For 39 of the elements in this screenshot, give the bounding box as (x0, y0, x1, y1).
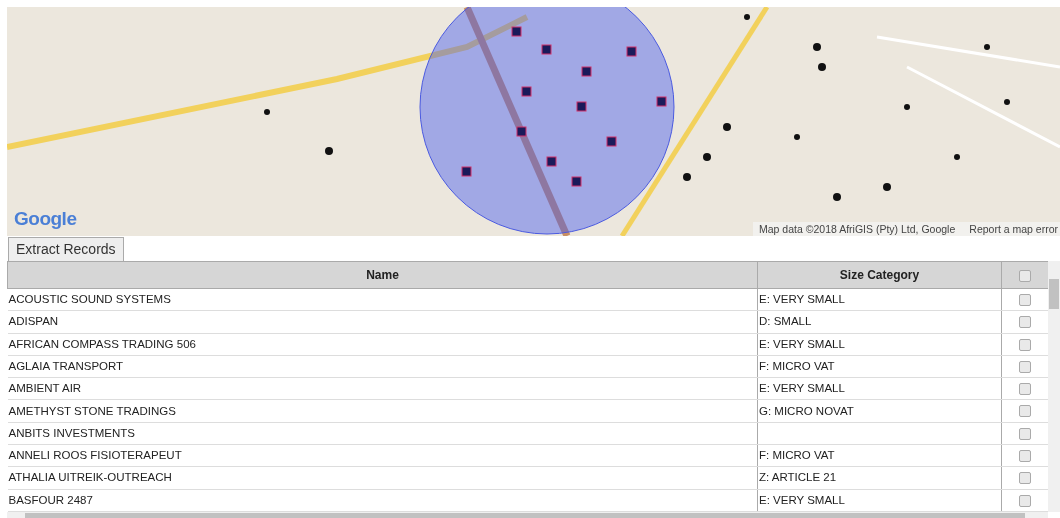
row-checkbox[interactable] (1019, 472, 1032, 485)
map-attribution: Map data ©2018 AfriGIS (Pty) Ltd, Google (759, 222, 956, 236)
name-cell: AGLAIA TRANSPORT (7, 355, 758, 378)
name-cell: ACOUSTIC SOUND SYSTEMS (7, 288, 758, 311)
report-map-error-link[interactable]: Report a map error (969, 222, 1058, 236)
horizontal-scrollbar[interactable] (7, 512, 1048, 518)
size-category-cell: E: VERY SMALL (757, 377, 1002, 400)
extract-records-tab[interactable]: Extract Records (8, 237, 124, 261)
row-checkbox[interactable] (1019, 360, 1032, 373)
name-cell: AMBIENT AIR (7, 377, 758, 400)
row-checkbox[interactable] (1019, 494, 1032, 507)
name-cell: AMETHYST STONE TRADINGS (7, 400, 758, 423)
size-category-cell: E: VERY SMALL (757, 489, 1002, 512)
row-checkbox[interactable] (1019, 450, 1032, 463)
row-checkbox[interactable] (1019, 316, 1032, 329)
select-all-checkbox[interactable] (1019, 269, 1031, 282)
row-checkbox[interactable] (1019, 294, 1032, 306)
size-category-cell: F: MICRO VAT (757, 355, 1002, 378)
size-category-cell: D: SMALL (757, 310, 1002, 334)
row-checkbox[interactable] (1019, 383, 1032, 396)
column-header[interactable]: Size Category (757, 261, 1002, 289)
column-header[interactable]: Name (7, 261, 758, 289)
name-cell: ANNELI ROOS FISIOTERAPEUT (7, 444, 758, 467)
row-checkbox[interactable] (1019, 405, 1032, 418)
row-checkbox[interactable] (1019, 338, 1032, 351)
size-category-cell: G: MICRO NOVAT (757, 400, 1002, 423)
name-cell: ATHALIA UITREIK-OUTREACH (7, 466, 758, 490)
google-logo: Google (14, 206, 77, 231)
size-category-cell: Z: ARTICLE 21 (757, 466, 1002, 490)
name-cell: ADISPAN (7, 310, 758, 334)
vertical-scrollbar[interactable] (1048, 261, 1060, 512)
size-category-cell: F: MICRO VAT (757, 444, 1002, 467)
row-checkbox[interactable] (1019, 427, 1032, 440)
map-drawing[interactable] (7, 7, 1060, 236)
size-category-cell: E: VERY SMALL (757, 333, 1002, 356)
size-category-cell: E: VERY SMALL (757, 288, 1002, 311)
name-cell: BASFOUR 2487 (7, 489, 758, 512)
name-cell: ANBITS INVESTMENTS (7, 422, 758, 445)
name-cell: AFRICAN COMPASS TRADING 506 (7, 333, 758, 356)
